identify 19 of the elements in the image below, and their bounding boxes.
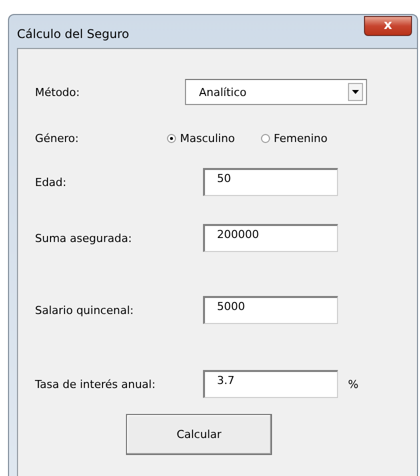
field-label: Tasa de interés anual:	[35, 378, 156, 390]
radio-option[interactable]: Femenino	[260, 132, 328, 144]
window-title: Cálculo del Seguro	[17, 26, 130, 40]
input-field[interactable]: 200000	[203, 224, 338, 252]
method-dropdown[interactable]: Analítico	[185, 79, 367, 105]
field-label: Género:	[35, 132, 80, 144]
input-field[interactable]: 5000	[203, 296, 338, 324]
radio-icon[interactable]	[260, 134, 270, 142]
close-button[interactable]: x	[364, 16, 412, 36]
calculate-button[interactable]: Calcular	[126, 414, 272, 455]
field-label: Salario quincenal:	[35, 304, 135, 316]
field-label: Suma asegurada:	[35, 232, 133, 244]
radio-option[interactable]: Masculino	[167, 132, 235, 144]
field-label: Edad:	[35, 176, 68, 188]
unit-label: %	[348, 378, 358, 390]
field-label: Método:	[35, 86, 81, 98]
input-field[interactable]: 3.7	[203, 370, 338, 398]
input-field[interactable]: 50	[203, 168, 338, 196]
radio-icon[interactable]	[167, 134, 176, 142]
